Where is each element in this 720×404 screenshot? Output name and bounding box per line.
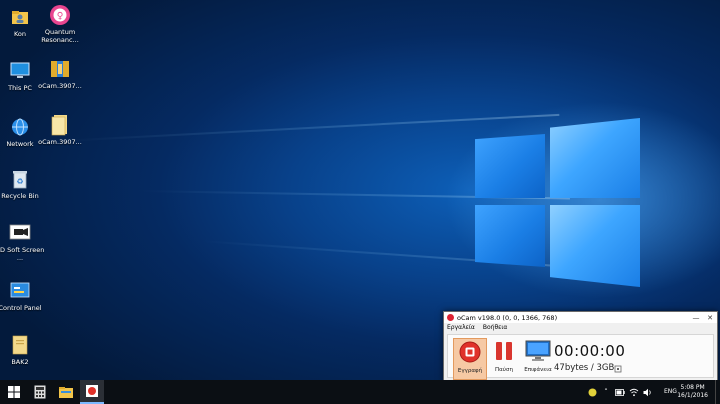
desktop-icon-label: ΒΑΚ2 [11, 358, 29, 366]
windows-logo-pane [475, 205, 545, 267]
taskbar-ocam[interactable] [80, 380, 104, 404]
desktop-icon-ocam-doc[interactable]: oCam.3907... [34, 114, 86, 146]
record-label: Εγγραφή [457, 368, 483, 374]
calculator-icon [34, 385, 46, 399]
desktop-icon-label: oCam.3907... [38, 82, 82, 90]
minimize-button[interactable]: — [689, 314, 703, 322]
network-icon [9, 116, 31, 138]
audio-icon[interactable] [614, 365, 622, 373]
show-desktop-button[interactable] [715, 380, 720, 404]
desktop-icon-recycle-bin[interactable]: ♻ Recycle Bin [0, 168, 46, 200]
tray-status[interactable] [585, 380, 599, 404]
svg-text:♀: ♀ [57, 12, 64, 22]
record-icon [457, 339, 483, 365]
recording-timer: 00:00:00 [554, 342, 626, 360]
menu-item-help[interactable]: Βοήθεια [483, 324, 508, 331]
desktop-icon-label: ZD Soft Screen ... [0, 246, 45, 262]
file-explorer-icon [59, 387, 73, 398]
document-icon [49, 114, 71, 136]
ocam-app-icon [447, 314, 454, 321]
battery-icon [615, 388, 625, 396]
wifi-icon [629, 388, 639, 396]
menu-bar: Εργαλεία Βοήθεια [444, 323, 717, 332]
ocam-titlebar[interactable]: oCam v198.0 (0, 0, 1366, 768) — ✕ [444, 312, 717, 323]
monitor-icon [525, 338, 551, 364]
language-indicator[interactable]: ENG [664, 388, 677, 395]
close-button[interactable]: ✕ [703, 314, 717, 322]
chevron-up-icon: ˄ [604, 388, 608, 396]
tray-network[interactable] [627, 380, 641, 404]
tray-battery[interactable] [613, 380, 627, 404]
desktop-icon-control-panel[interactable]: Control Panel [0, 280, 46, 312]
zd-soft-icon [9, 222, 31, 244]
desktop-icon-bak2[interactable]: ΒΑΚ2 [0, 334, 46, 366]
clock[interactable]: 5:08 PM 16/1/2016 [677, 384, 708, 400]
folder-icon [9, 334, 31, 356]
windows-start-icon [8, 386, 20, 398]
user-folder-icon [9, 6, 31, 28]
clock-time: 5:08 PM [680, 384, 705, 391]
tray-volume[interactable] [641, 380, 655, 404]
window-title: oCam v198.0 (0, 0, 1366, 768) [457, 313, 558, 322]
recording-size: 47bytes / 3GB [554, 363, 615, 373]
ocam-window[interactable]: oCam v198.0 (0, 0, 1366, 768) — ✕ Εργαλε… [443, 311, 718, 380]
clock-date: 16/1/2016 [677, 392, 708, 399]
desktop-icon-zd-soft[interactable]: ZD Soft Screen ... [0, 222, 46, 262]
windows-logo-pane [550, 118, 640, 198]
desktop-icon-label: Quantum Resonanc... [41, 28, 79, 44]
computer-icon [9, 60, 31, 82]
desktop-icon-label: oCam.3907... [38, 138, 82, 146]
recycle-bin-icon: ♻ [9, 168, 31, 190]
taskbar-file-explorer[interactable] [54, 380, 78, 404]
screen-label: Επιφάνεια [524, 367, 552, 373]
windows-logo-pane [475, 134, 545, 198]
desktop-icon-ocam-archive[interactable]: oCam.3907... [34, 58, 86, 90]
start-button[interactable] [2, 380, 26, 404]
pause-icon [491, 338, 517, 364]
tray-show-hidden[interactable]: ˄ [599, 380, 613, 404]
light-beam [59, 113, 560, 142]
menu-item-tools[interactable]: Εργαλεία [447, 324, 475, 331]
desktop-icon-quantum[interactable]: ♀ Quantum Resonanc... [34, 4, 86, 44]
record-button[interactable]: Εγγραφή [453, 338, 487, 380]
windows-logo-pane [550, 205, 640, 287]
desktop-icon-label: Control Panel [0, 304, 42, 312]
ocam-taskbar-icon [86, 385, 98, 397]
quantum-app-icon: ♀ [49, 4, 71, 26]
desktop[interactable]: Kon ♀ Quantum Resonanc... This PC oCam.3… [0, 0, 720, 380]
taskbar: ˄ ENG 5:08 PM 16/1/2016 [0, 380, 720, 404]
control-panel-icon [9, 280, 31, 302]
pause-label: Παύση [495, 367, 513, 373]
screen-button[interactable]: Επιφάνεια [520, 338, 556, 378]
archive-icon [49, 58, 71, 80]
taskbar-calculator[interactable] [28, 380, 52, 404]
status-icon [588, 388, 596, 396]
svg-text:♻: ♻ [16, 177, 23, 186]
speaker-icon [643, 388, 651, 396]
desktop-icon-label: Recycle Bin [1, 192, 39, 200]
pause-button[interactable]: Παύση [488, 338, 520, 378]
ocam-toolbar: Εγγραφή Παύση Επιφάνεια 00:00:00 47bytes… [447, 334, 714, 380]
